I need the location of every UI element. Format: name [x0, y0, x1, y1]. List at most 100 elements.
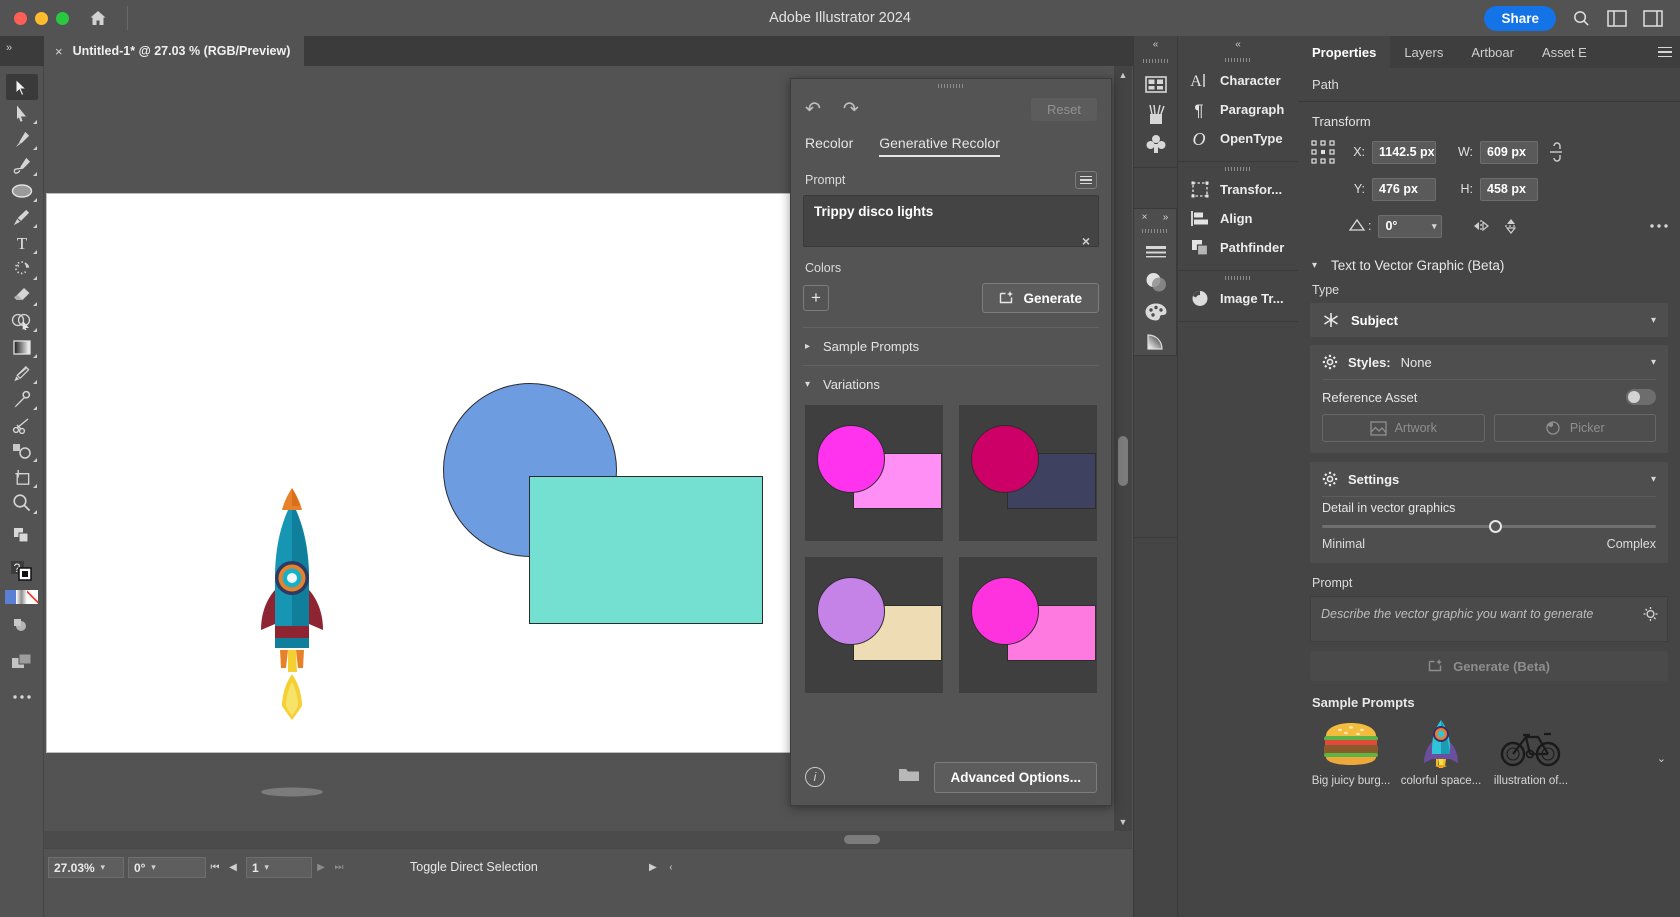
chevron-down-icon[interactable]: ▾ [1651, 357, 1656, 368]
tab-generative-recolor[interactable]: Generative Recolor [879, 135, 1000, 157]
scroll-up-icon[interactable]: ▲ [1114, 66, 1132, 84]
document-tab[interactable]: × Untitled-1* @ 27.03 % (RGB/Preview) [44, 36, 305, 66]
reference-point-icon[interactable] [1308, 137, 1338, 167]
variation-4[interactable] [959, 557, 1097, 693]
screen-mode-button[interactable] [6, 648, 38, 674]
prompt-options-icon[interactable] [1075, 171, 1097, 189]
chevron-down-icon[interactable]: ▾ [145, 862, 161, 873]
grip-dots[interactable] [1134, 229, 1176, 233]
window-controls[interactable] [0, 11, 69, 25]
artboard-number-field[interactable]: 1 ▾ [246, 857, 312, 878]
free-transform-tool[interactable] [6, 438, 38, 464]
panel-menu-icon[interactable] [1650, 36, 1680, 68]
rotate-tool[interactable] [6, 256, 38, 282]
tvg-prompt-input[interactable]: Describe the vector graphic you want to … [1310, 596, 1668, 642]
add-color-button[interactable]: + [803, 285, 829, 311]
settings-row[interactable]: Settings ▾ [1310, 462, 1668, 496]
direct-selection-tool[interactable] [6, 100, 38, 126]
fill-stroke-swatches[interactable] [4, 590, 39, 604]
more-options-icon[interactable] [1648, 215, 1670, 237]
bicycle-sample[interactable]: illustration of... [1492, 726, 1570, 787]
toolbar-overflow-button[interactable] [6, 684, 38, 710]
scissors-tool[interactable] [6, 412, 38, 438]
tab-asset-export[interactable]: Asset E [1528, 36, 1601, 68]
status-play-button[interactable]: ▶ [644, 857, 662, 878]
color-icon[interactable] [1134, 297, 1178, 327]
chevron-down-icon[interactable]: ▾ [95, 862, 111, 873]
scroll-down-icon[interactable]: ▼ [1114, 813, 1132, 831]
scrollbar-thumb[interactable] [844, 835, 880, 844]
close-icon[interactable]: × [1142, 212, 1148, 223]
share-button[interactable]: Share [1484, 5, 1556, 31]
prompt-input[interactable]: Trippy disco lights × [803, 195, 1099, 249]
collapse-panel-dock-icon[interactable]: « [1178, 36, 1298, 53]
arrange-icon[interactable] [1642, 7, 1664, 29]
eraser-tool[interactable] [6, 282, 38, 308]
rotation-field[interactable]: 0° ▾ [128, 857, 206, 878]
chevron-down-icon[interactable]: ▾ [1432, 221, 1442, 232]
rocket-sample[interactable]: colorful space... [1401, 718, 1481, 787]
burger-sample[interactable]: Big juicy burg... [1312, 720, 1390, 787]
folder-icon[interactable] [898, 766, 920, 788]
eyedropper-tool[interactable] [6, 386, 38, 412]
grip-dots[interactable] [1134, 59, 1177, 63]
canvas-vertical-scrollbar[interactable]: ▲ ▼ [1114, 66, 1132, 831]
teal-rectangle[interactable] [529, 476, 763, 624]
home-icon[interactable] [87, 7, 109, 29]
none-swatch[interactable] [27, 590, 39, 604]
last-artboard-button[interactable]: ⏭ [330, 857, 348, 878]
tab-layers[interactable]: Layers [1390, 36, 1457, 68]
generate-button[interactable]: Generate [982, 283, 1099, 313]
variation-2[interactable] [959, 405, 1097, 541]
tab-artboards[interactable]: Artboar [1457, 36, 1528, 68]
collapse-dock-icon[interactable]: « [1134, 36, 1177, 53]
curvature-tool[interactable] [6, 152, 38, 178]
sample-prompts-accordion[interactable]: ▸ Sample Prompts [791, 328, 1111, 365]
width-tool[interactable] [6, 360, 38, 386]
tab-recolor[interactable]: Recolor [805, 135, 853, 157]
chevron-down-icon[interactable]: ▾ [1651, 315, 1656, 326]
artwork-button[interactable]: Artwork [1322, 414, 1485, 442]
picker-button[interactable]: Picker [1493, 414, 1656, 442]
selection-tool[interactable] [5, 74, 38, 100]
flip-horizontal-icon[interactable] [1471, 215, 1493, 237]
transparency-icon[interactable] [1134, 267, 1178, 297]
swatches-icon[interactable] [1134, 69, 1178, 99]
panel-item-pathfinder[interactable]: Pathfinder [1178, 233, 1298, 262]
close-window-button[interactable] [14, 11, 27, 25]
grip-dots[interactable] [1178, 167, 1298, 171]
variations-accordion[interactable]: ▾ Variations [791, 366, 1111, 403]
advanced-options-button[interactable]: Advanced Options... [934, 761, 1097, 793]
ellipse-tool[interactable] [6, 178, 38, 204]
next-artboard-button[interactable]: ▶ [312, 857, 330, 878]
zoom-tool[interactable] [6, 490, 38, 516]
canvas-horizontal-scrollbar[interactable] [44, 831, 1132, 848]
panel-item-opentype[interactable]: O OpenType [1178, 124, 1298, 153]
link-broken-icon[interactable] [1545, 141, 1567, 163]
fill-swatch[interactable] [4, 590, 16, 604]
status-back-button[interactable]: ‹ [662, 857, 680, 878]
gradient-icon[interactable] [1134, 327, 1178, 357]
panel-drag-handle[interactable] [791, 79, 1111, 93]
reset-button[interactable]: Reset [1031, 97, 1097, 121]
shape-builder-tool[interactable] [6, 308, 38, 334]
stroke-icon[interactable] [1134, 237, 1178, 267]
brushes-icon[interactable] [1134, 99, 1178, 129]
search-icon[interactable] [1570, 7, 1592, 29]
variation-3[interactable] [805, 557, 943, 693]
artboard[interactable] [46, 193, 792, 797]
y-field[interactable]: 476 px [1372, 177, 1436, 201]
panel-item-align[interactable]: Align [1178, 204, 1298, 233]
edit-toolbar-button[interactable] [6, 522, 38, 548]
info-icon[interactable]: i [805, 767, 825, 787]
scrollbar-thumb[interactable] [1118, 436, 1128, 486]
reference-asset-toggle[interactable] [1626, 389, 1656, 405]
gradient-tool[interactable] [6, 334, 38, 360]
first-artboard-button[interactable]: ⏮ [206, 857, 224, 878]
h-field[interactable]: 458 px [1480, 177, 1538, 201]
pen-tool[interactable] [6, 126, 38, 152]
panel-item-transform[interactable]: Transfor... [1178, 175, 1298, 204]
undo-icon[interactable]: ↶ [805, 98, 821, 121]
maximize-window-button[interactable] [56, 11, 69, 25]
panel-item-character[interactable]: A Character [1178, 66, 1298, 95]
